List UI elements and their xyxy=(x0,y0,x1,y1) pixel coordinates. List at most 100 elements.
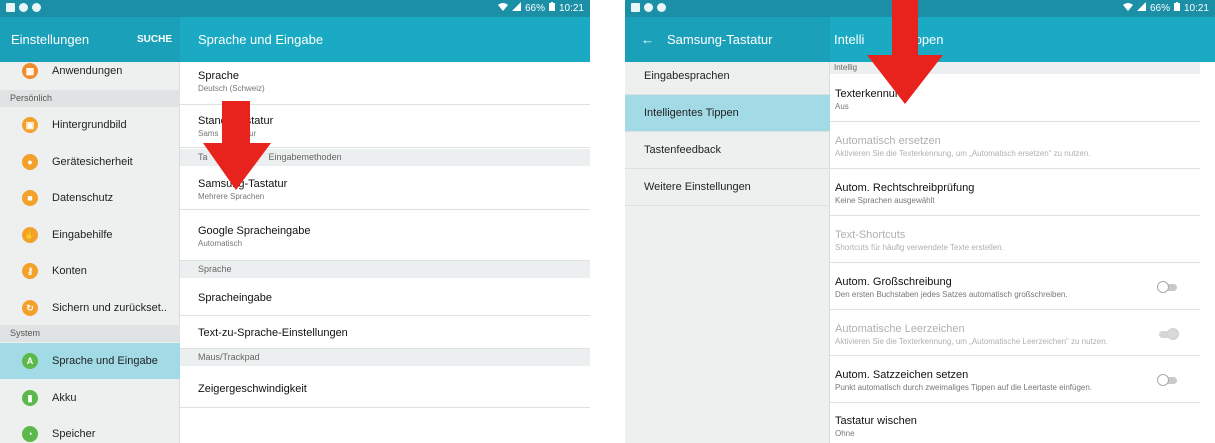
sidebar-item-label: Akku xyxy=(52,392,77,404)
section-header-part: Intellig xyxy=(834,63,858,72)
sidebar-item-geraetesicherheit[interactable]: ● Gerätesicherheit xyxy=(0,144,180,180)
wifi-icon xyxy=(497,2,508,14)
battery-icon xyxy=(1173,2,1180,14)
row-zeigergeschwindigkeit[interactable]: Zeigergeschwindigkeit xyxy=(180,366,590,408)
wifi-icon xyxy=(1122,2,1133,14)
sidebar-item-label: Sichern und zurückset.. xyxy=(52,302,167,314)
row-automatisch-ersetzen: Automatisch ersetzen Aktivieren Sie die … xyxy=(830,122,1200,169)
sidebar-header-system: System xyxy=(0,325,180,342)
privacy-icon: ■ xyxy=(22,190,38,206)
row-text-zu-sprache[interactable]: Text-zu-Sprache-Einstellungen xyxy=(180,316,590,349)
row-subtitle: Aktivieren Sie die Texterkennung, um „Au… xyxy=(835,337,1108,346)
satzzeichen-toggle[interactable] xyxy=(1157,374,1179,386)
row-subtitle: Aktivieren Sie die Texterkennung, um „Au… xyxy=(835,149,1091,158)
key-icon: ⚷ xyxy=(22,263,38,279)
sidebar-header-personal: Persönlich xyxy=(0,90,180,107)
sidebar-item-label: Datenschutz xyxy=(52,192,114,204)
leerzeichen-toggle xyxy=(1157,328,1179,340)
sidebar-item-hintergrundbild[interactable]: ▣ Hintergrundbild xyxy=(0,107,180,143)
row-subtitle: Deutsch (Schweiz) xyxy=(198,84,265,93)
back-button[interactable]: ← xyxy=(641,32,654,47)
left-screenshot: 66% 10:21 Einstellungen SUCHE Sprache un… xyxy=(0,0,590,443)
keyboard-title: Samsung-Tastatur xyxy=(667,32,773,47)
sidebar-item-eingabehilfe[interactable]: ✋ Eingabehilfe xyxy=(0,217,180,253)
grossschreibung-toggle[interactable] xyxy=(1157,281,1179,293)
sidebar-item-label: Speicher xyxy=(52,428,96,440)
row-satzzeichen[interactable]: Autom. Satzzeichen setzen Punkt automati… xyxy=(830,356,1200,403)
row-subtitle: Aus xyxy=(835,102,849,111)
sidebar-item-label: Konten xyxy=(52,265,87,277)
sidebar-item-akku[interactable]: ▮ Akku xyxy=(0,380,180,416)
subnav-item-intelligentes-tippen[interactable]: Intelligentes Tippen xyxy=(625,95,830,132)
row-title: Zeigergeschwindigkeit xyxy=(198,383,307,395)
cloud-icon xyxy=(19,3,28,12)
keyboard-toolbar: ← Samsung-Tastatur xyxy=(625,17,830,62)
section-header-part: Eingabemethoden xyxy=(268,152,342,162)
row-subtitle: Mehrere Sprachen xyxy=(198,192,265,201)
status-right: 66% 10:21 xyxy=(1122,2,1209,14)
row-title: Automatische Leerzeichen xyxy=(835,323,965,335)
subnav-item-tastenfeedback[interactable]: Tastenfeedback xyxy=(625,132,830,169)
section-header-maus: Maus/Trackpad xyxy=(180,349,590,366)
battery-icon xyxy=(548,2,555,14)
storage-icon: ◔ xyxy=(22,426,38,442)
row-subtitle: Punkt automatisch durch zweimaliges Tipp… xyxy=(835,383,1093,392)
toggle-knob xyxy=(1167,328,1179,340)
row-title: Google Spracheingabe xyxy=(198,225,311,237)
gallery-icon xyxy=(631,3,640,12)
battery-icon: ▮ xyxy=(22,390,38,406)
red-arrow-annotation xyxy=(203,101,271,190)
row-subtitle: Den ersten Buchstaben jedes Satzes autom… xyxy=(835,290,1068,299)
row-rechtschreibpruefung[interactable]: Autom. Rechtschreibprüfung Keine Sprache… xyxy=(830,169,1200,216)
sidebar-item-sprache-und-eingabe[interactable]: A Sprache und Eingabe xyxy=(0,343,180,379)
backup-icon: ↻ xyxy=(22,300,38,316)
row-title: Text-zu-Sprache-Einstellungen xyxy=(198,327,348,339)
sidebar-item-speicher[interactable]: ◔ Speicher xyxy=(0,416,180,443)
sync-icon xyxy=(32,3,41,12)
section-header-sprache: Sprache xyxy=(180,261,590,278)
signal-icon xyxy=(511,2,521,14)
red-arrow-annotation xyxy=(867,0,943,104)
gallery-icon xyxy=(6,3,15,12)
battery-percent: 66% xyxy=(524,2,545,14)
search-button[interactable]: SUCHE xyxy=(137,34,172,45)
sidebar-item-datenschutz[interactable]: ■ Datenschutz xyxy=(0,180,180,216)
hand-icon: ✋ xyxy=(22,227,38,243)
row-subtitle: Ohne xyxy=(835,429,855,438)
keyboard-subnav: Eingabesprachen Intelligentes Tippen Tas… xyxy=(625,62,830,443)
cloud-icon xyxy=(644,3,653,12)
clock: 10:21 xyxy=(1183,2,1209,14)
subnav-item-weitere-einstellungen[interactable]: Weitere Einstellungen xyxy=(625,169,830,206)
row-sprache[interactable]: Sprache Deutsch (Schweiz) xyxy=(180,62,590,105)
subnav-item-eingabesprachen[interactable]: Eingabesprachen xyxy=(625,58,830,95)
row-title: Automatisch ersetzen xyxy=(835,135,941,147)
row-spracheingabe[interactable]: Spracheingabe xyxy=(180,278,590,316)
row-google-spracheingabe[interactable]: Google Spracheingabe Automatisch xyxy=(180,210,590,261)
sidebar-item-sichern[interactable]: ↻ Sichern und zurückset.. xyxy=(0,290,180,326)
battery-percent: 66% xyxy=(1149,2,1170,14)
signal-icon xyxy=(1136,2,1146,14)
row-tastatur-wischen[interactable]: Tastatur wischen Ohne xyxy=(830,403,1200,443)
row-title: Tastatur wischen xyxy=(835,415,917,427)
row-title: Autom. Großschreibung xyxy=(835,276,952,288)
notification-icons xyxy=(631,3,666,12)
toggle-knob xyxy=(1157,374,1169,386)
language-icon: A xyxy=(22,353,38,369)
sidebar-item-anwendungen[interactable]: ▦ Anwendungen xyxy=(0,53,180,89)
status-right: 66% 10:21 xyxy=(497,2,584,14)
settings-title: Einstellungen xyxy=(11,32,90,47)
row-subtitle: Keine Sprachen ausgewählt xyxy=(835,196,935,205)
settings-sidebar: ▦ Anwendungen Persönlich ▣ Hintergrundbi… xyxy=(0,62,180,443)
row-grossschreibung[interactable]: Autom. Großschreibung Den ersten Buchsta… xyxy=(830,263,1200,310)
row-text-shortcuts: Text-Shortcuts Shortcuts für häufig verw… xyxy=(830,216,1200,263)
page-toolbar: Sprache und Eingabe xyxy=(180,17,590,62)
sidebar-item-label: Gerätesicherheit xyxy=(52,156,133,168)
sidebar-item-label: Sprache und Eingabe xyxy=(52,355,158,367)
lock-icon: ● xyxy=(22,154,38,170)
page-title: Sprache und Eingabe xyxy=(198,32,324,47)
row-title: Sprache xyxy=(198,70,239,82)
apps-icon: ▦ xyxy=(22,63,38,79)
wallpaper-icon: ▣ xyxy=(22,117,38,133)
row-title: Text-Shortcuts xyxy=(835,229,906,241)
sidebar-item-konten[interactable]: ⚷ Konten xyxy=(0,253,180,289)
